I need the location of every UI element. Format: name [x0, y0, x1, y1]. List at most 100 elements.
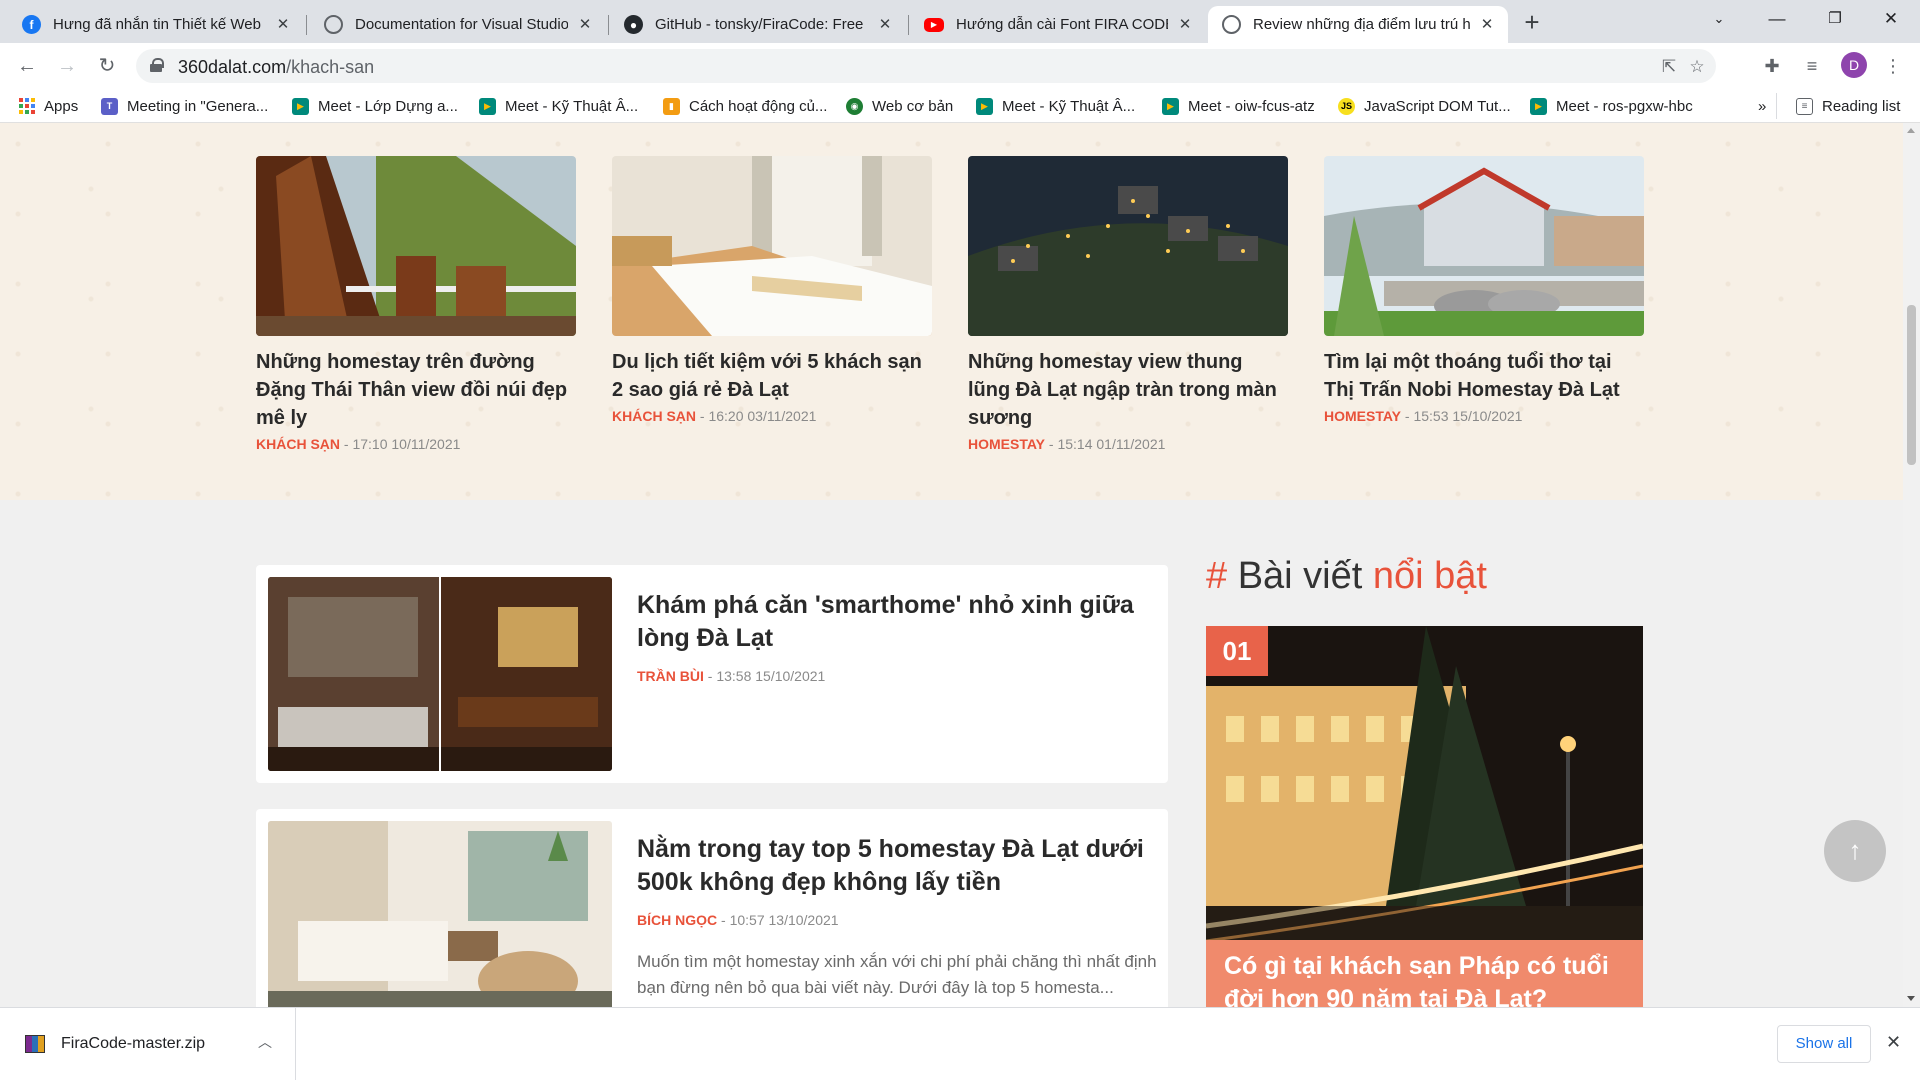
bookmark-item[interactable]: JS JavaScript DOM Tut...	[1338, 95, 1511, 117]
forward-icon[interactable]: →	[52, 51, 82, 81]
post-category[interactable]: KHÁCH SẠN	[612, 408, 696, 424]
bookmark-icon: ▮	[663, 97, 680, 115]
scroll-down-icon[interactable]	[1907, 996, 1915, 1001]
meet-icon: ▶	[479, 97, 496, 115]
show-all-button[interactable]: Show all	[1777, 1025, 1871, 1063]
post-thumbnail[interactable]	[256, 156, 576, 336]
featured-post[interactable]: 01 Có gì tại khách sạn Pháp có tuổi đời …	[1206, 626, 1643, 1007]
bookmark-item[interactable]: ▶ Meet - oiw-fcus-atz	[1162, 95, 1315, 117]
bookmark-item[interactable]: ▶ Meet - Kỹ Thuật Â...	[479, 95, 638, 117]
post-time: - 16:20 03/11/2021	[696, 408, 817, 424]
bookmark-item[interactable]: ▮ Cách hoạt động củ...	[663, 95, 827, 117]
bookmark-item[interactable]: ▶ Meet - Kỹ Thuật Â...	[976, 95, 1135, 117]
bookmarks-overflow-button[interactable]: »	[1758, 95, 1766, 117]
post-category[interactable]: KHÁCH SẠN	[256, 436, 340, 452]
article-list-item[interactable]: Khám phá căn 'smarthome' nhỏ xinh giữa l…	[256, 565, 1168, 783]
post-category[interactable]: HOMESTAY	[968, 436, 1045, 452]
post-category[interactable]: HOMESTAY	[1324, 408, 1401, 424]
tab-active-360dalat[interactable]: Review những địa điểm lưu trú h ✕	[1208, 6, 1508, 43]
post-meta: HOMESTAY - 15:14 01/11/2021	[968, 436, 1288, 452]
bookmark-item[interactable]: ▶ Meet - Lớp Dựng a...	[292, 95, 458, 117]
bookmarks-bar: Apps T Meeting in "Genera... ▶ Meet - Lớ…	[0, 88, 1920, 123]
tab-title: Hướng dẫn cài Font FIRA CODE c	[956, 16, 1168, 33]
meet-icon: ▶	[1530, 97, 1547, 115]
reload-icon[interactable]: ↻	[92, 51, 122, 81]
post-card[interactable]: Những homestay trên đường Đặng Thái Thân…	[256, 156, 576, 452]
article-thumbnail[interactable]	[268, 577, 612, 771]
bookmark-star-icon[interactable]: ☆	[1686, 57, 1708, 79]
tab-close-icon[interactable]: ✕	[1176, 16, 1194, 34]
avatar[interactable]: D	[1841, 52, 1867, 78]
scrollbar-thumb[interactable]	[1907, 305, 1916, 465]
article-title[interactable]: Nằm trong tay top 5 homestay Đà Lạt dưới…	[637, 833, 1147, 899]
article-time: - 13:58 15/10/2021	[703, 668, 826, 684]
featured-title[interactable]: Có gì tại khách sạn Pháp có tuổi đời hơn…	[1206, 940, 1643, 1007]
post-card[interactable]: Tìm lại một thoáng tuổi thơ tại Thị Trấn…	[1324, 156, 1644, 424]
reading-list-label: Reading list	[1822, 97, 1901, 115]
post-meta: HOMESTAY - 15:53 15/10/2021	[1324, 408, 1644, 424]
back-icon[interactable]: ←	[12, 51, 42, 81]
post-time: - 15:53 15/10/2021	[1401, 408, 1523, 424]
tab-github[interactable]: ● GitHub - tonsky/FiraCode: Free m ✕	[610, 6, 906, 43]
article-author[interactable]: BÍCH NGỌC	[637, 912, 717, 928]
tab-divider	[306, 15, 307, 35]
new-tab-button[interactable]: +	[1518, 9, 1546, 37]
tab-divider	[908, 15, 909, 35]
rank-badge: 01	[1206, 626, 1268, 676]
tab-close-icon[interactable]: ✕	[576, 16, 594, 34]
post-title[interactable]: Du lịch tiết kiệm với 5 khách sạn 2 sao …	[612, 348, 932, 404]
post-thumbnail[interactable]	[612, 156, 932, 336]
download-item[interactable]: FiraCode-master.zip ︿	[0, 1008, 296, 1080]
post-thumbnail[interactable]	[968, 156, 1288, 336]
extensions-icon[interactable]: ✚	[1757, 51, 1787, 81]
post-card[interactable]: Du lịch tiết kiệm với 5 khách sạn 2 sao …	[612, 156, 932, 424]
post-thumbnail[interactable]	[1324, 156, 1644, 336]
media-control-icon[interactable]: ≡	[1797, 51, 1827, 81]
menu-kebab-icon[interactable]: ⋮	[1878, 51, 1908, 81]
share-icon[interactable]: ⇱	[1658, 57, 1680, 79]
tab-close-icon[interactable]: ✕	[1478, 16, 1496, 34]
bookmark-item[interactable]: T Meeting in "Genera...	[101, 95, 268, 117]
page-content: Những homestay trên đường Đặng Thái Thân…	[0, 123, 1903, 1007]
chevron-up-icon[interactable]: ︿	[258, 1032, 272, 1052]
post-card[interactable]: Những homestay view thung lũng Đà Lạt ng…	[968, 156, 1288, 452]
reading-list-icon: ≡	[1796, 97, 1813, 115]
page-scrollbar[interactable]	[1903, 123, 1920, 1007]
article-list-item[interactable]: Nằm trong tay top 5 homestay Đà Lạt dưới…	[256, 809, 1168, 1007]
bookmark-label: JavaScript DOM Tut...	[1364, 97, 1511, 115]
youtube-icon: ▶	[924, 17, 944, 32]
bookmark-label: Meet - Kỹ Thuật Â...	[1002, 97, 1136, 115]
article-author[interactable]: TRẦN BÙI	[637, 668, 704, 684]
address-bar[interactable]: 360dalat.com/khach-san ⇱ ☆	[136, 49, 1716, 83]
github-icon: ●	[624, 15, 643, 34]
tab-search-icon[interactable]: ⌄	[1690, 0, 1748, 38]
tab-title: GitHub - tonsky/FiraCode: Free m	[655, 16, 868, 33]
tab-title: Documentation for Visual Studio	[355, 16, 568, 33]
meet-icon: ▶	[292, 97, 309, 115]
bookmark-apps[interactable]: Apps	[19, 95, 78, 117]
post-title[interactable]: Tìm lại một thoáng tuổi thơ tại Thị Trấn…	[1324, 348, 1644, 404]
reading-list-button[interactable]: ≡ Reading list	[1796, 95, 1900, 117]
post-title[interactable]: Những homestay view thung lũng Đà Lạt ng…	[968, 348, 1288, 432]
bookmark-label: Meet - Lớp Dựng a...	[318, 97, 458, 115]
bookmark-label: Meet - Kỹ Thuật Â...	[505, 97, 639, 115]
tab-close-icon[interactable]: ✕	[274, 16, 292, 34]
overflow-chevron-icon: »	[1758, 97, 1767, 115]
close-window-icon[interactable]: ✕	[1862, 0, 1920, 38]
restore-icon[interactable]: ❐	[1806, 0, 1864, 38]
bookmark-item[interactable]: ◉ Web cơ bản	[846, 95, 953, 117]
article-thumbnail[interactable]	[268, 821, 612, 1007]
scroll-to-top-button[interactable]: ↑	[1824, 820, 1886, 882]
article-title[interactable]: Khám phá căn 'smarthome' nhỏ xinh giữa l…	[637, 589, 1147, 655]
minimize-icon[interactable]: —	[1748, 0, 1806, 38]
globe-icon: ◉	[846, 97, 863, 115]
tab-close-icon[interactable]: ✕	[876, 16, 894, 34]
post-title[interactable]: Những homestay trên đường Đặng Thái Thân…	[256, 348, 576, 432]
tab-facebook[interactable]: f Hưng đã nhắn tin Thiết kế Web ✕	[8, 6, 304, 43]
url-text[interactable]: 360dalat.com/khach-san	[178, 57, 374, 78]
tab-vscode-docs[interactable]: Documentation for Visual Studio ✕	[310, 6, 606, 43]
close-download-bar-icon[interactable]: ✕	[1886, 1032, 1901, 1053]
bookmark-item[interactable]: ▶ Meet - ros-pgxw-hbc	[1530, 95, 1693, 117]
scroll-up-icon[interactable]	[1907, 128, 1915, 133]
tab-youtube[interactable]: ▶ Hướng dẫn cài Font FIRA CODE c ✕	[910, 6, 1206, 43]
